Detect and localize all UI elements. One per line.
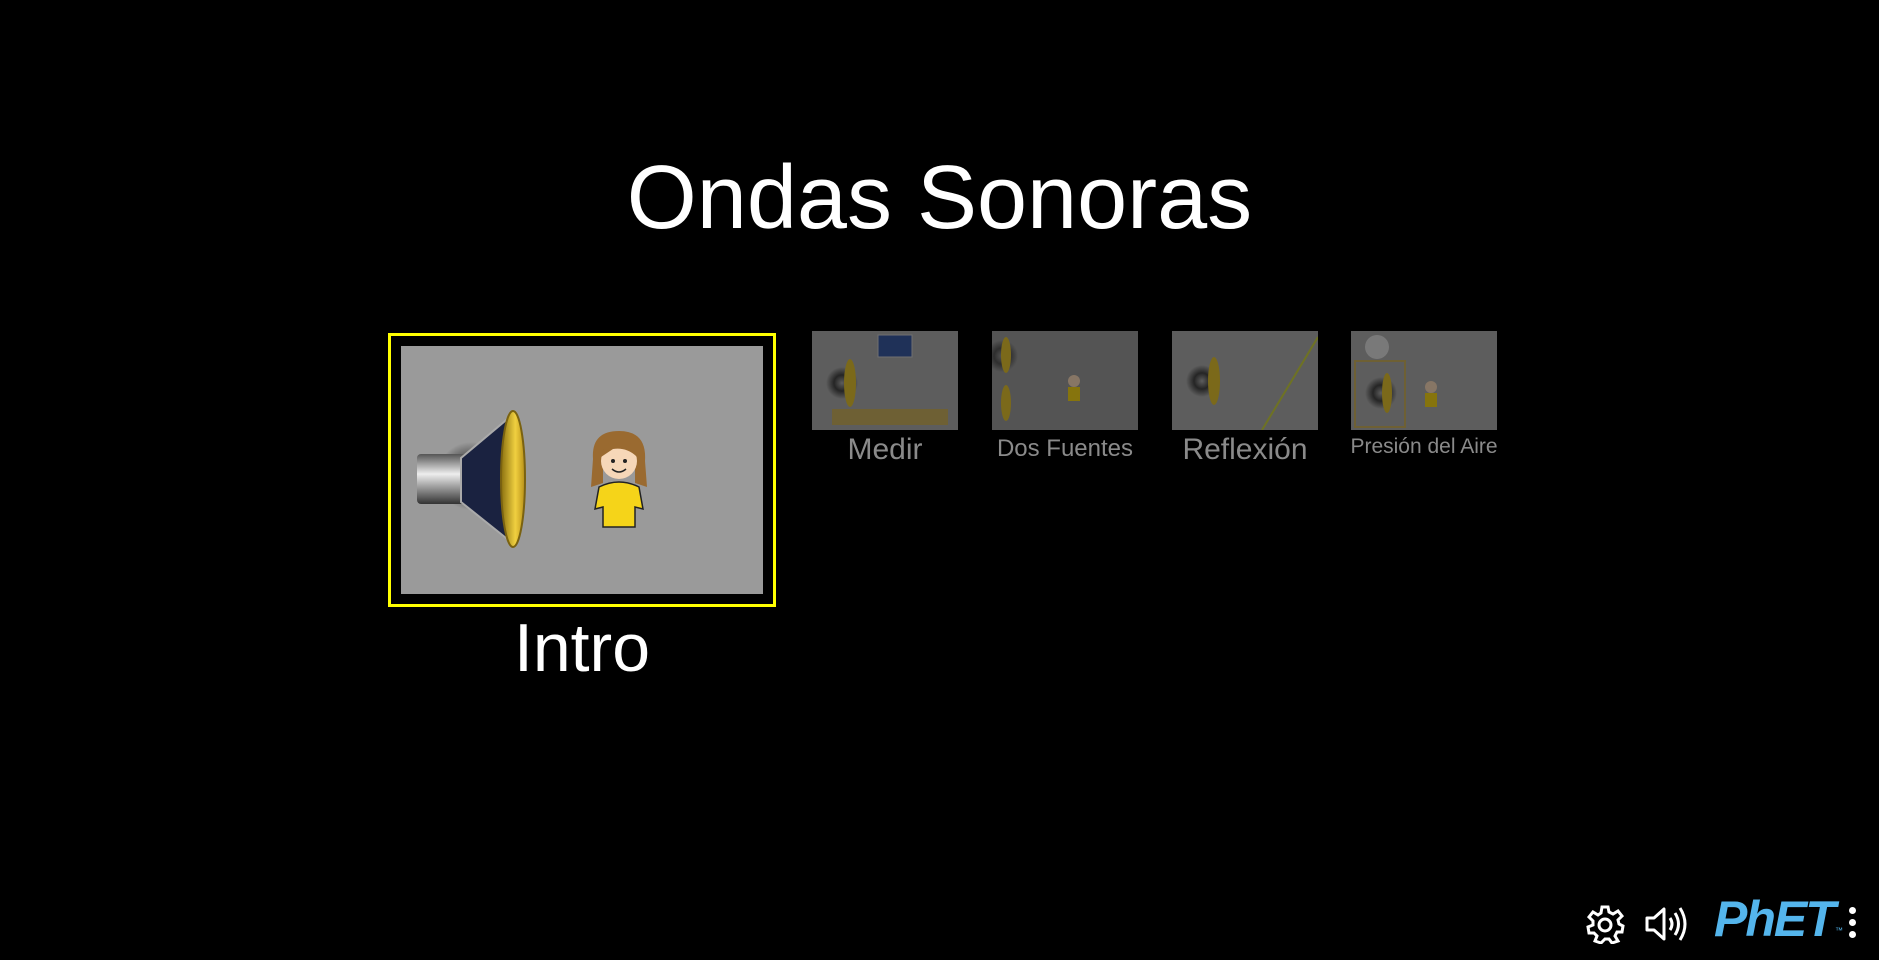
screen-label-intro: Intro [513,610,651,686]
screen-label-presion-del-aire: Presión del Aire [1350,435,1498,458]
dos-fuentes-screen-icon [992,331,1138,430]
phet-logo: PhET [1714,891,1836,947]
reflexion-screen-icon [1172,331,1318,430]
gear-icon[interactable] [1585,904,1625,945]
screen-button-intro[interactable]: Intro [388,333,776,693]
screen-button-reflexion[interactable]: Reflexión [1172,331,1318,471]
phet-menu-button[interactable]: PhET ™ [1714,893,1864,945]
presion-screen-icon [1351,331,1497,430]
screen-button-presion-del-aire[interactable]: Presión del Aire [1350,331,1498,471]
home-screen: Ondas Sonoras Intro Medir Dos Fuentes Re… [0,0,1879,960]
screen-label-dos-fuentes: Dos Fuentes [996,435,1134,462]
screen-button-dos-fuentes[interactable]: Dos Fuentes [992,331,1138,471]
kebab-menu-icon[interactable] [1849,907,1857,947]
screen-label-medir: Medir [847,433,923,466]
trademark-mark: ™ [1835,926,1843,935]
screen-label-reflexion: Reflexión [1182,433,1308,466]
screen-button-medir[interactable]: Medir [812,331,958,471]
sim-title: Ondas Sonoras [626,148,1253,248]
speaker-icon[interactable] [1644,904,1688,944]
intro-screen-icon [401,346,763,594]
medir-screen-icon [812,331,958,430]
